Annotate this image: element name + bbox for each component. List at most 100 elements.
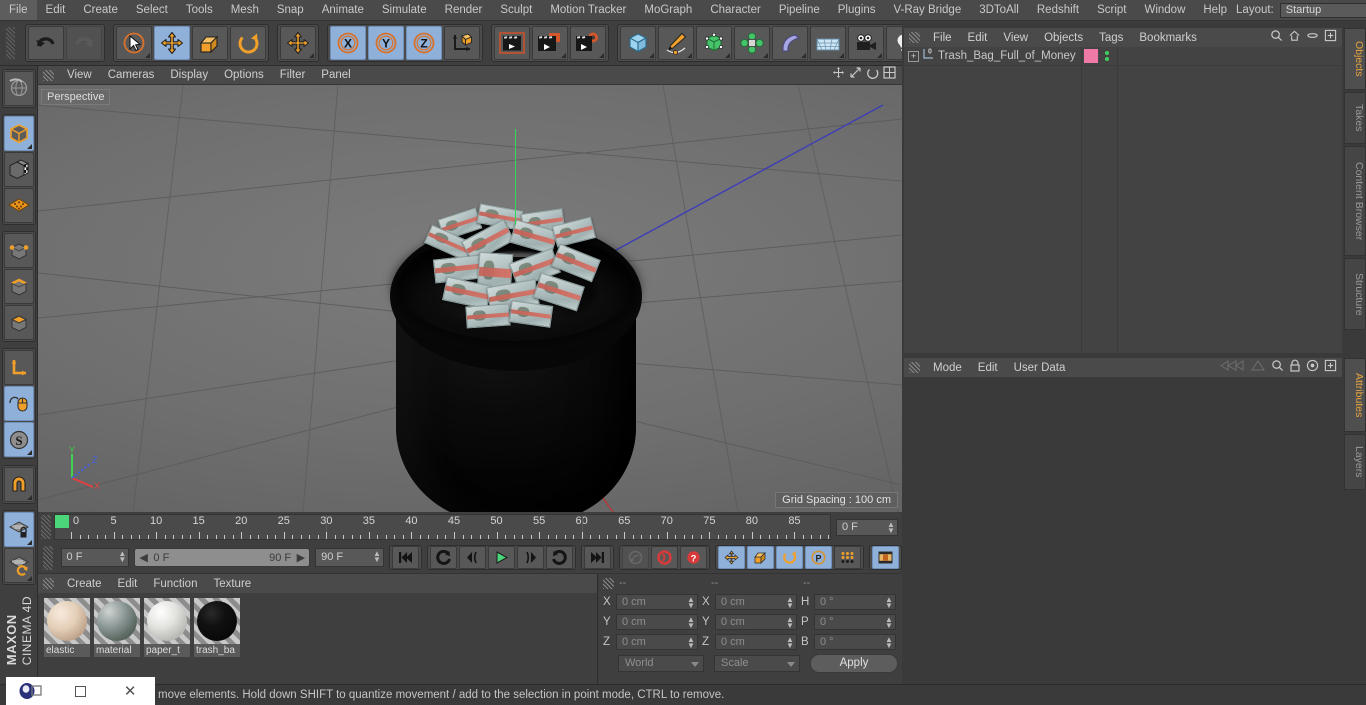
- attr-menu-user-data[interactable]: User Data: [1006, 359, 1074, 377]
- object-visibility-dots-icon[interactable]: [1104, 51, 1109, 61]
- sidebar-tab-takes[interactable]: Takes: [1344, 92, 1366, 144]
- forward-history-icon[interactable]: [1250, 359, 1266, 377]
- spinner-icon[interactable]: ▲ ▼: [118, 550, 126, 564]
- texture-mode-icon[interactable]: [3, 152, 34, 187]
- coord-field-rot-b[interactable]: 0 ° ▲ ▼: [814, 634, 896, 650]
- viewport-menu-filter[interactable]: Filter: [272, 66, 314, 84]
- search-icon[interactable]: [1270, 29, 1283, 47]
- enable-tweak-icon[interactable]: [3, 386, 34, 421]
- trash-bag-model[interactable]: [382, 129, 650, 512]
- menu-pipeline[interactable]: Pipeline: [770, 0, 829, 20]
- menu-sculpt[interactable]: Sculpt: [491, 0, 541, 20]
- objmgr-menu-bookmarks[interactable]: Bookmarks: [1131, 29, 1205, 47]
- scale-view-icon[interactable]: [849, 66, 862, 84]
- points-mode-icon[interactable]: [3, 233, 34, 268]
- timeline-frame-field[interactable]: 0 F ▲ ▼: [836, 518, 898, 536]
- panel-grip-icon[interactable]: [43, 545, 53, 570]
- coord-field-size-z[interactable]: 0 cm ▲ ▼: [715, 634, 797, 650]
- coord-field-pos-x[interactable]: 0 cm ▲ ▼: [616, 594, 698, 610]
- range-start-arrow-icon[interactable]: ◀: [139, 551, 147, 564]
- undo-view-icon[interactable]: [3, 71, 34, 106]
- record-active-icon[interactable]: [650, 546, 678, 569]
- y-axis-icon[interactable]: Y: [368, 26, 404, 60]
- workplane-lock-icon[interactable]: [3, 512, 34, 547]
- spinner-icon[interactable]: ▲ ▼: [885, 636, 893, 650]
- render-view-icon[interactable]: [494, 26, 530, 60]
- sidebar-tab-layers[interactable]: Layers: [1344, 434, 1366, 490]
- play-icon[interactable]: [487, 546, 515, 569]
- maximize-view-icon[interactable]: [883, 66, 896, 84]
- coord-field-rot-p[interactable]: 0 ° ▲ ▼: [814, 614, 896, 630]
- material-menu-create[interactable]: Create: [59, 575, 110, 593]
- previous-keyframe-icon[interactable]: [429, 546, 457, 569]
- menu-render[interactable]: Render: [436, 0, 492, 20]
- soft-selection-icon[interactable]: S: [3, 422, 34, 457]
- undo-icon[interactable]: [28, 26, 64, 60]
- menu-simulate[interactable]: Simulate: [373, 0, 436, 20]
- new-panel-icon[interactable]: [1324, 29, 1337, 47]
- autokeying-icon[interactable]: [621, 546, 649, 569]
- cube-primitive-icon[interactable]: [620, 26, 656, 60]
- attr-menu-mode[interactable]: Mode: [925, 359, 970, 377]
- spinner-icon[interactable]: ▲ ▼: [687, 636, 695, 650]
- render-settings-icon[interactable]: [570, 26, 606, 60]
- objmgr-menu-edit[interactable]: Edit: [960, 29, 996, 47]
- panel-grip-icon[interactable]: [41, 515, 51, 539]
- target-icon[interactable]: [1306, 359, 1319, 377]
- current-frame-field[interactable]: 0 F ▲ ▼: [60, 548, 130, 567]
- objmgr-menu-tags[interactable]: Tags: [1091, 29, 1131, 47]
- timeline-ruler[interactable]: 051015202530354045505560657075808590: [54, 514, 831, 540]
- workplane-align-icon[interactable]: [3, 548, 34, 583]
- spinner-icon[interactable]: ▲ ▼: [687, 616, 695, 630]
- viewport-menu-view[interactable]: View: [59, 66, 100, 84]
- panel-grip-icon[interactable]: [909, 362, 920, 373]
- material-swatch[interactable]: [94, 598, 140, 644]
- magnet-tool-icon[interactable]: [3, 467, 34, 502]
- objmgr-menu-view[interactable]: View: [995, 29, 1036, 47]
- panel-grip-icon[interactable]: [43, 69, 54, 81]
- coord-mode-dropdown[interactable]: Scale: [714, 655, 800, 672]
- bend-deformer-icon[interactable]: [772, 26, 808, 60]
- spinner-icon[interactable]: ▲ ▼: [786, 596, 794, 610]
- move-view-icon[interactable]: [832, 66, 845, 84]
- search-icon[interactable]: [1271, 359, 1284, 377]
- range-end-arrow-icon[interactable]: ▶: [297, 551, 305, 564]
- next-keyframe-icon[interactable]: [545, 546, 573, 569]
- redo-icon[interactable]: [66, 26, 102, 60]
- home-icon[interactable]: [1288, 29, 1301, 47]
- sidebar-tab-structure[interactable]: Structure: [1344, 258, 1366, 330]
- menu-vray-bridge[interactable]: V-Ray Bridge: [884, 0, 970, 20]
- material-item[interactable]: material: [94, 598, 140, 657]
- menu-select[interactable]: Select: [127, 0, 177, 20]
- menu-animate[interactable]: Animate: [313, 0, 373, 20]
- current-frame-marker[interactable]: [55, 515, 69, 528]
- material-menu-edit[interactable]: Edit: [110, 575, 146, 593]
- x-axis-icon[interactable]: X: [330, 26, 366, 60]
- menu-file[interactable]: File: [0, 0, 37, 20]
- menu-window[interactable]: Window: [1135, 0, 1194, 20]
- panel-grip-icon[interactable]: [909, 32, 920, 43]
- menu-mesh[interactable]: Mesh: [222, 0, 268, 20]
- floor-environment-icon[interactable]: [810, 26, 846, 60]
- menu-character[interactable]: Character: [701, 0, 770, 20]
- polygon-grid-icon[interactable]: [3, 188, 34, 223]
- object-row[interactable]: + 0 Trash_Bag_Full_of_Money: [904, 47, 1342, 66]
- step-forward-icon[interactable]: [516, 546, 544, 569]
- key-position-icon[interactable]: [717, 546, 745, 569]
- viewport-menu-panel[interactable]: Panel: [313, 66, 358, 84]
- expand-toggle-icon[interactable]: +: [908, 50, 919, 62]
- menu-help[interactable]: Help: [1194, 0, 1236, 20]
- camera-icon[interactable]: [848, 26, 884, 60]
- sidebar-tab-attributes[interactable]: Attributes: [1344, 358, 1366, 432]
- toolbar-grip[interactable]: [6, 27, 15, 59]
- material-item[interactable]: trash_ba: [194, 598, 240, 657]
- z-axis-icon[interactable]: Z: [406, 26, 442, 60]
- live-selection-icon[interactable]: [116, 26, 152, 60]
- apply-button[interactable]: Apply: [810, 654, 898, 673]
- material-swatch[interactable]: [144, 598, 190, 644]
- step-back-icon[interactable]: [458, 546, 486, 569]
- menu-script[interactable]: Script: [1088, 0, 1135, 20]
- max-frame-field[interactable]: 90 F ▲ ▼: [315, 548, 384, 567]
- key-pla-icon[interactable]: [833, 546, 861, 569]
- rotate-icon[interactable]: [230, 26, 266, 60]
